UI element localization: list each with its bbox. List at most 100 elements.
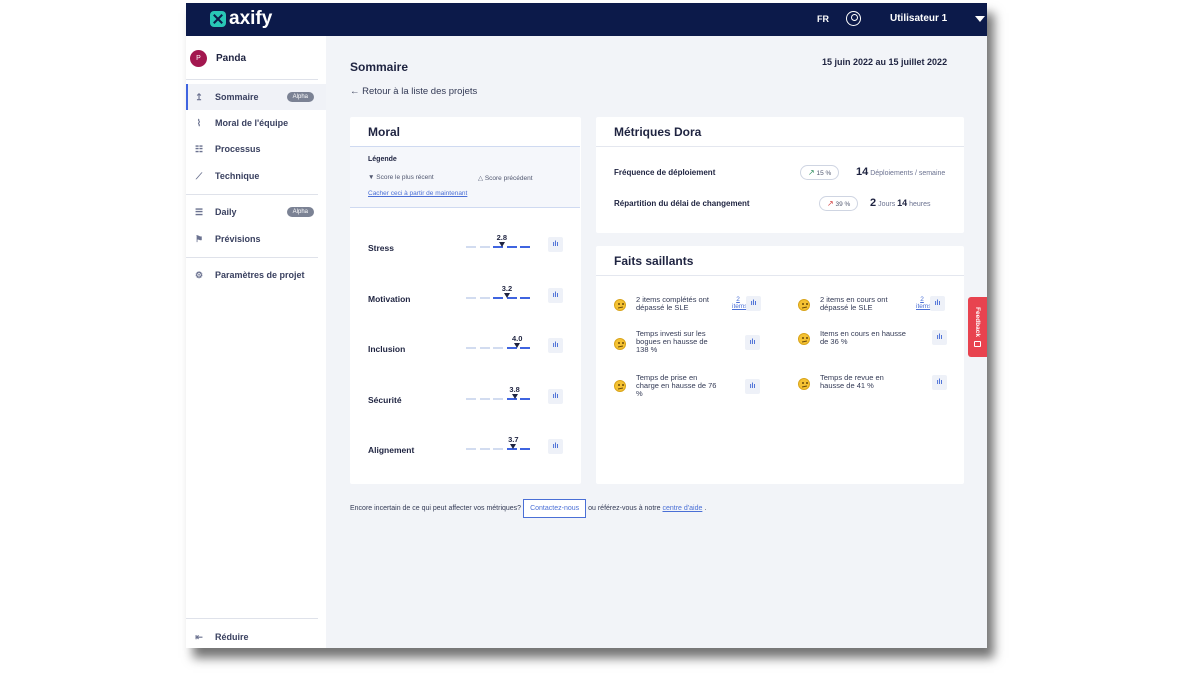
sidebar-item-label: Technique bbox=[215, 171, 260, 181]
sidebar-item-previsions[interactable]: ⚑ Prévisions bbox=[186, 226, 326, 252]
logo[interactable]: axify bbox=[210, 8, 272, 30]
divider bbox=[186, 618, 318, 619]
pulse-icon: ⌇ bbox=[196, 117, 202, 128]
dora-value: 2 Jours 14 heures bbox=[870, 197, 931, 209]
bar-chart-icon: ılı bbox=[552, 292, 559, 299]
thinking-emoji-icon bbox=[614, 299, 626, 311]
divider bbox=[186, 257, 318, 258]
sidebar-item-label: Daily bbox=[215, 207, 237, 217]
chart-button[interactable]: ılı bbox=[548, 338, 563, 353]
chart-button[interactable]: ılı bbox=[548, 288, 563, 303]
score-triangle-icon bbox=[514, 343, 521, 348]
project-name: Panda bbox=[216, 53, 247, 64]
score-marker: 4.0 bbox=[507, 335, 527, 348]
divider bbox=[186, 79, 318, 80]
chart-button[interactable]: ılı bbox=[745, 379, 760, 394]
feedback-tab[interactable]: Feedback bbox=[968, 297, 987, 357]
highlight-item: Temps de revue en hausse de 41 % ılı bbox=[798, 374, 973, 406]
help-period: . bbox=[704, 505, 707, 512]
highlight-text: 2 items en cours ont dépassé le SLE bbox=[820, 295, 888, 312]
metric-row: Alignement 3.7 ılı bbox=[350, 431, 580, 461]
sidebar-item-technique[interactable]: ⟋ Technique bbox=[186, 163, 326, 189]
chart-button[interactable]: ılı bbox=[932, 330, 947, 345]
score-triangle-icon bbox=[498, 242, 505, 247]
back-link-label: Retour à la liste des projets bbox=[362, 86, 478, 97]
trend-badge: ↗ 39 % bbox=[819, 196, 859, 211]
back-link[interactable]: ← Retour à la liste des projets bbox=[350, 86, 477, 97]
scale-segment bbox=[479, 297, 490, 299]
highlight-item: Items en cours en hausse de 36 % ılı bbox=[798, 330, 973, 362]
metric-row: Stress 2.8 ılı bbox=[350, 229, 580, 259]
bar-chart-icon: ılı bbox=[934, 300, 941, 307]
thinking-emoji-icon bbox=[798, 378, 810, 390]
dora-title: Métriques Dora bbox=[614, 125, 702, 139]
moral-title: Moral bbox=[368, 125, 401, 139]
scale-segment bbox=[493, 448, 503, 450]
divider bbox=[596, 146, 964, 147]
dora-value: 14 Déploiements / semaine bbox=[856, 166, 946, 178]
project-avatar: P bbox=[190, 50, 207, 67]
legend-recent: ▼ Score le plus récent bbox=[368, 174, 434, 181]
arrow-left-icon: ← bbox=[350, 86, 360, 97]
highlight-link[interactable]: 2 items bbox=[732, 296, 748, 310]
chart-button[interactable]: ılı bbox=[548, 237, 563, 252]
sidebar-item-sommaire[interactable]: ↥ Sommaire Alpha bbox=[186, 84, 326, 110]
date-range[interactable]: 15 juin 2022 au 15 juillet 2022 bbox=[822, 57, 947, 67]
alpha-badge: Alpha bbox=[286, 92, 314, 102]
score-marker: 2.8 bbox=[492, 234, 512, 247]
sidebar-item-processus[interactable]: ☷ Processus bbox=[186, 136, 326, 162]
scale-segment bbox=[479, 347, 490, 349]
score-value: 2.8 bbox=[496, 233, 508, 242]
contact-button[interactable]: Contactez-nous bbox=[523, 499, 587, 518]
sidebar-item-daily[interactable]: ☰ Daily Alpha bbox=[186, 199, 326, 225]
flag-icon: ⚑ bbox=[194, 233, 204, 244]
scale-segment bbox=[466, 297, 476, 299]
outline-triangle-icon: △ bbox=[478, 175, 483, 182]
chart-button[interactable]: ılı bbox=[548, 439, 563, 454]
score-scale: 3.7 bbox=[466, 436, 530, 450]
chart-button[interactable]: ılı bbox=[746, 296, 761, 311]
collapse-icon: ⇤ bbox=[195, 631, 203, 642]
bar-chart-icon: ılı bbox=[749, 383, 756, 390]
help-text: Encore incertain de ce qui peut affecter… bbox=[350, 505, 522, 512]
arrow-up-right-icon: ↗ bbox=[827, 199, 834, 208]
bar-chart-icon: ılı bbox=[552, 241, 559, 248]
axify-logo-icon bbox=[210, 11, 226, 27]
thinking-emoji-icon bbox=[614, 338, 626, 350]
help-center-link[interactable]: centre d'aide bbox=[663, 505, 703, 512]
sidebar-item-moral[interactable]: ⌇ Moral de l'équipe bbox=[186, 110, 326, 136]
score-triangle-icon bbox=[503, 293, 510, 298]
legend: Légende ▼ Score le plus récent △ Score p… bbox=[350, 146, 580, 208]
sidebar-item-parametres[interactable]: ⚙ Paramètres de projet bbox=[186, 262, 326, 288]
divider bbox=[596, 275, 964, 276]
filled-triangle-icon: ▼ bbox=[368, 174, 375, 181]
highlight-item: Temps de prise en charge en hausse de 76… bbox=[614, 374, 789, 406]
collapse-sidebar-button[interactable]: ⇤ Réduire bbox=[186, 624, 326, 648]
user-account-icon[interactable] bbox=[846, 11, 861, 26]
bar-chart-icon: ılı bbox=[936, 379, 943, 386]
score-value: 3.2 bbox=[501, 284, 513, 293]
scale-segment bbox=[520, 297, 530, 299]
score-triangle-icon bbox=[510, 444, 517, 449]
score-value: 3.7 bbox=[508, 435, 519, 444]
chart-button[interactable]: ılı bbox=[548, 389, 563, 404]
divider bbox=[186, 194, 318, 195]
chart-button[interactable]: ılı bbox=[930, 296, 945, 311]
language-switch[interactable]: FR bbox=[817, 14, 829, 24]
chart-button[interactable]: ılı bbox=[932, 375, 947, 390]
score-scale: 2.8 bbox=[466, 234, 530, 248]
sidebar: P Panda ↥ Sommaire Alpha ⌇ Moral de l'éq… bbox=[186, 36, 326, 648]
trend-badge: ↗ 15 % bbox=[800, 165, 840, 180]
scale-segment bbox=[479, 448, 490, 450]
score-value: 4.0 bbox=[511, 334, 523, 343]
user-name[interactable]: Utilisateur 1 bbox=[890, 13, 947, 24]
hide-legend-link[interactable]: Cacher ceci à partir de maintenant bbox=[368, 190, 467, 197]
highlight-text: Temps de prise en charge en hausse de 76… bbox=[636, 373, 717, 398]
score-value: 3.8 bbox=[509, 385, 520, 394]
chevron-down-icon[interactable] bbox=[975, 16, 985, 22]
message-icon bbox=[974, 341, 981, 347]
metric-row: Inclusion 4.0 ılı bbox=[350, 330, 580, 360]
chart-button[interactable]: ılı bbox=[745, 335, 760, 350]
scale-segment bbox=[520, 246, 530, 248]
highlight-link[interactable]: 2 items bbox=[916, 296, 932, 310]
